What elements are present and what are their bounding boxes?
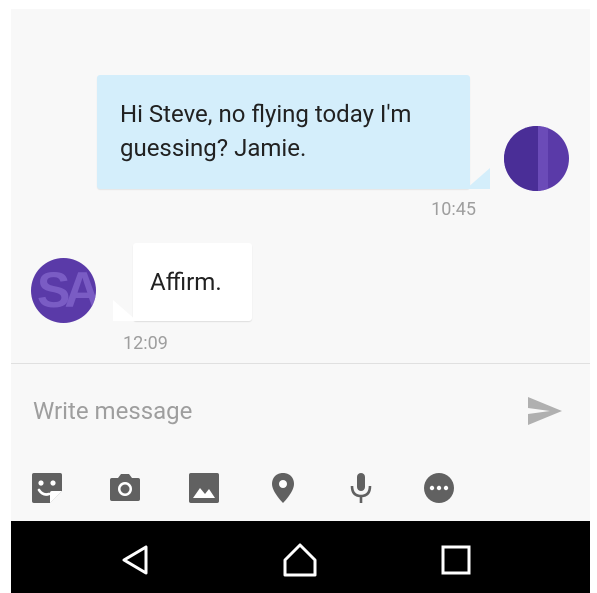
home-button[interactable] — [280, 540, 320, 580]
sticker-button[interactable] — [29, 470, 65, 506]
incoming-message-bubble[interactable]: Affirm. — [133, 243, 252, 321]
send-button[interactable] — [526, 394, 564, 428]
incoming-message-text: Affirm. — [150, 268, 222, 296]
outgoing-bubble-tail — [466, 168, 490, 189]
back-button[interactable] — [116, 540, 156, 580]
user-avatar-icon[interactable] — [504, 126, 569, 191]
outgoing-message-text-line2: guessing? Jamie. — [120, 134, 307, 162]
avatar-shade — [504, 126, 538, 191]
avatar-highlight — [538, 126, 548, 191]
recents-button[interactable] — [436, 540, 476, 580]
location-icon — [272, 473, 294, 503]
location-button[interactable] — [265, 470, 301, 506]
outgoing-message-bubble[interactable]: Hi Steve, no flying today I'm guessing? … — [97, 75, 470, 189]
more-icon — [424, 473, 454, 503]
contact-avatar-icon[interactable]: SA — [31, 258, 96, 323]
back-icon — [122, 545, 148, 575]
outgoing-message-text-line1: Hi Steve, no flying today I'm — [120, 100, 412, 128]
microphone-button[interactable] — [343, 470, 379, 506]
microphone-icon — [350, 473, 372, 503]
incoming-bubble-tail — [113, 300, 137, 321]
more-button[interactable] — [421, 470, 457, 506]
contact-avatar-letters: SA — [37, 262, 96, 318]
gallery-button[interactable] — [186, 470, 222, 506]
message-input[interactable] — [33, 393, 493, 429]
gallery-icon — [189, 473, 219, 503]
incoming-message-time: 12:09 — [123, 333, 168, 354]
camera-button[interactable] — [107, 470, 143, 506]
send-icon — [528, 397, 562, 425]
sticker-icon — [32, 473, 62, 503]
camera-icon — [110, 474, 140, 501]
outgoing-message-time: 10:45 — [431, 199, 476, 220]
home-icon — [283, 543, 317, 577]
messaging-screen: Hi Steve, no flying today I'm guessing? … — [0, 0, 597, 593]
recents-icon — [441, 545, 471, 575]
